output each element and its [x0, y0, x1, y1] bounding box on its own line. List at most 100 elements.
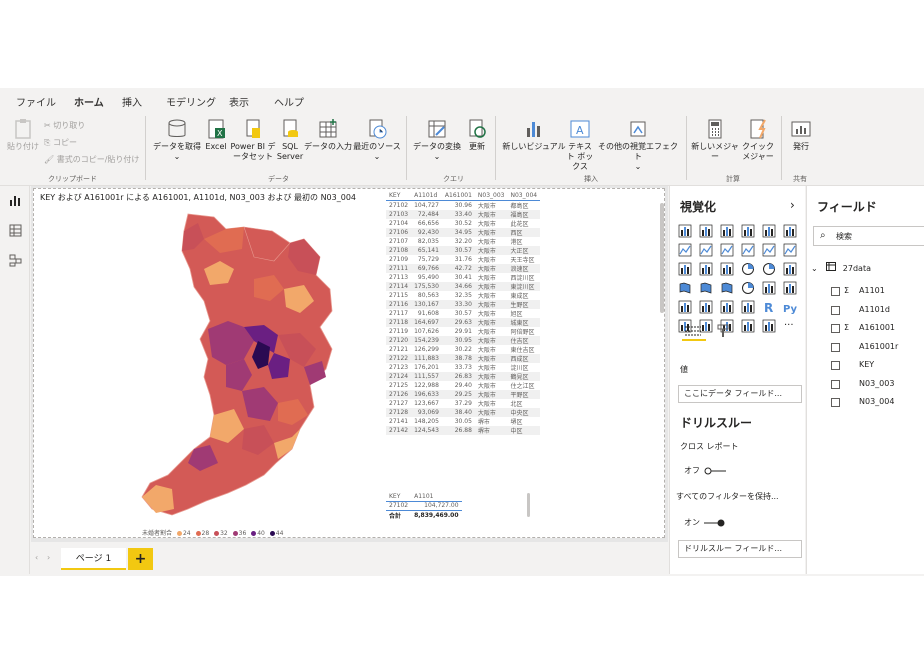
- table-row[interactable]: 27106 92,430 34.95 大阪市 西区: [386, 227, 541, 237]
- table-row[interactable]: 27115 80,563 32.35 大阪市 東成区: [386, 291, 540, 300]
- data-view-icon[interactable]: [9, 224, 22, 237]
- chevron-right-icon[interactable]: ›: [47, 553, 50, 562]
- field-checkbox[interactable]: [831, 361, 840, 370]
- card-icon[interactable]: [762, 281, 776, 295]
- col-header[interactable]: N03_004: [508, 191, 541, 200]
- table-visual-icon[interactable]: [720, 300, 734, 314]
- clustered-column-icon[interactable]: [741, 224, 755, 238]
- table-row[interactable]: 27113 95,490 30.41 大阪市 西淀川区: [386, 273, 540, 282]
- field-item[interactable]: N03_003: [807, 377, 924, 393]
- scatter-icon[interactable]: [720, 262, 734, 276]
- format-paint-icon[interactable]: [716, 324, 730, 341]
- table-row[interactable]: 27123 176,201 33.73 大阪市 淀川区: [386, 363, 540, 372]
- field-item[interactable]: Σ A161001: [807, 321, 924, 337]
- publish-button[interactable]: 発行: [786, 118, 816, 152]
- gauge-icon[interactable]: [741, 281, 755, 295]
- table-row[interactable]: 27126 196,633 29.25 大阪市 平野区: [386, 389, 541, 399]
- col-header[interactable]: A1101d: [411, 191, 442, 200]
- table-row[interactable]: 27102 104,727 30.96 大阪市 都島区: [386, 200, 540, 210]
- paginated-icon[interactable]: [762, 319, 776, 333]
- copy-button[interactable]: ⎘ コピー: [44, 137, 77, 148]
- tab-help[interactable]: ヘルプ: [274, 94, 304, 109]
- field-item[interactable]: Σ A1101: [807, 284, 924, 300]
- data-table[interactable]: KEY A1101d A161001 N03_003 N03_004 27102…: [386, 191, 541, 435]
- table-row[interactable]: 27121 126,299 30.22 大阪市 東住吉区: [386, 345, 540, 354]
- 100-column-icon[interactable]: [783, 224, 797, 238]
- recent-sources-button[interactable]: 最近のソース ⌄: [352, 118, 402, 162]
- summary-table[interactable]: KEY A1101 27102 104,727.00 合計 8,839,469.…: [386, 492, 462, 520]
- matrix-icon[interactable]: [741, 300, 755, 314]
- fields-search[interactable]: ⌕ 検索: [813, 226, 924, 246]
- python-visual-icon[interactable]: Py: [783, 300, 798, 315]
- table-row[interactable]: 27116 130,167 33.30 大阪市 生野区: [386, 299, 541, 309]
- get-data-button[interactable]: データを取得 ⌄: [152, 118, 202, 162]
- new-visual-button[interactable]: 新しいビジュアル: [502, 118, 566, 152]
- tab-home[interactable]: ホーム: [74, 94, 104, 114]
- clustered-bar-icon[interactable]: [720, 224, 734, 238]
- paste-button[interactable]: 貼り付け: [6, 118, 40, 152]
- table-row[interactable]: 27122 111,883 38.78 大阪市 西成区: [386, 353, 541, 363]
- summary-scrollbar[interactable]: [527, 493, 530, 517]
- table-row[interactable]: 27120 154,239 30.95 大阪市 住吉区: [386, 335, 541, 345]
- table-row[interactable]: 27128 93,069 38.40 大阪市 中央区: [386, 407, 541, 417]
- multirow-card-icon[interactable]: [783, 281, 797, 295]
- ribbon-chart-icon[interactable]: [783, 243, 797, 257]
- line-column2-icon[interactable]: [762, 243, 776, 257]
- slicer-icon[interactable]: [699, 300, 713, 314]
- cross-report-toggle[interactable]: [704, 467, 726, 478]
- field-item[interactable]: A161001r: [807, 340, 924, 356]
- table-row[interactable]: 27107 82,035 32.20 大阪市 港区: [386, 237, 540, 246]
- report-view-icon[interactable]: [9, 194, 22, 207]
- field-checkbox[interactable]: [831, 287, 840, 296]
- table-row[interactable]: 27142 124,543 26.88 堺市 中区: [386, 425, 541, 435]
- tab-modeling[interactable]: モデリング: [166, 94, 216, 109]
- table-row[interactable]: 27109 75,729 31.76 大阪市 天王寺区: [386, 255, 540, 264]
- field-checkbox[interactable]: [831, 398, 840, 407]
- transform-data-button[interactable]: データの変換 ⌄: [412, 118, 462, 162]
- values-drop-well[interactable]: ここにデータ フィールド...: [678, 385, 802, 403]
- table-scrollbar[interactable]: [660, 203, 664, 313]
- refresh-button[interactable]: 更新: [464, 118, 490, 152]
- table-row[interactable]: 27108 65,141 30.57 大阪市 大正区: [386, 245, 541, 255]
- stacked-area-icon[interactable]: [720, 243, 734, 257]
- narrative-icon[interactable]: [741, 319, 755, 333]
- line-chart-icon[interactable]: [678, 243, 692, 257]
- choropleth-map[interactable]: [94, 209, 384, 519]
- 100-bar-icon[interactable]: [762, 224, 776, 238]
- col-header[interactable]: A161001: [442, 191, 475, 200]
- field-checkbox[interactable]: [831, 342, 840, 352]
- stacked-column-icon[interactable]: [699, 224, 713, 238]
- keep-filters-toggle[interactable]: [704, 519, 726, 530]
- cut-button[interactable]: ✂ 切り取り: [44, 120, 85, 131]
- stacked-bar-icon[interactable]: [678, 224, 692, 238]
- table-row[interactable]: 27141 148,205 30.05 堺市 堺区: [386, 417, 540, 426]
- table-row[interactable]: 27114 175,530 34.66 大阪市 東淀川区: [386, 281, 541, 291]
- more-visuals-button[interactable]: その他の視覚エフェクト ⌄: [596, 118, 680, 172]
- chevron-right-icon[interactable]: ›: [790, 198, 795, 212]
- col-header[interactable]: N03_003: [475, 191, 508, 200]
- tab-view[interactable]: 表示: [229, 94, 249, 109]
- col-header[interactable]: KEY: [386, 492, 411, 501]
- field-checkbox[interactable]: [831, 324, 840, 333]
- r-visual-icon[interactable]: R: [762, 300, 776, 315]
- filled-map-icon[interactable]: [699, 281, 713, 295]
- table-row[interactable]: 27117 91,608 30.57 大阪市 旭区: [386, 309, 540, 318]
- donut-icon[interactable]: [762, 262, 776, 276]
- field-checkbox[interactable]: [831, 305, 840, 315]
- tab-insert[interactable]: 挿入: [122, 94, 142, 109]
- table-row[interactable]: 27127 123,667 37.29 大阪市 北区: [386, 399, 540, 408]
- kpi-icon[interactable]: [678, 300, 692, 314]
- waterfall-icon[interactable]: [678, 262, 692, 276]
- shape-map-icon[interactable]: [720, 281, 734, 295]
- line-column-icon[interactable]: [741, 243, 755, 257]
- chevron-left-icon[interactable]: ‹: [35, 553, 38, 562]
- table-row[interactable]: 27111 69,766 42.72 大阪市 浪速区: [386, 263, 541, 273]
- pbi-datasets-button[interactable]: Power BI データセット: [230, 118, 276, 162]
- more-icon[interactable]: ···: [783, 319, 797, 333]
- textbox-button[interactable]: A テキスト ボックス: [565, 118, 595, 172]
- pie-icon[interactable]: [741, 262, 755, 276]
- table-row[interactable]: 27104 66,656 30.52 大阪市 此花区: [386, 219, 540, 228]
- funnel-icon[interactable]: [699, 262, 713, 276]
- table-node-27data[interactable]: ⌄ 27data: [811, 262, 921, 273]
- decomposition-tree-icon[interactable]: [699, 319, 713, 333]
